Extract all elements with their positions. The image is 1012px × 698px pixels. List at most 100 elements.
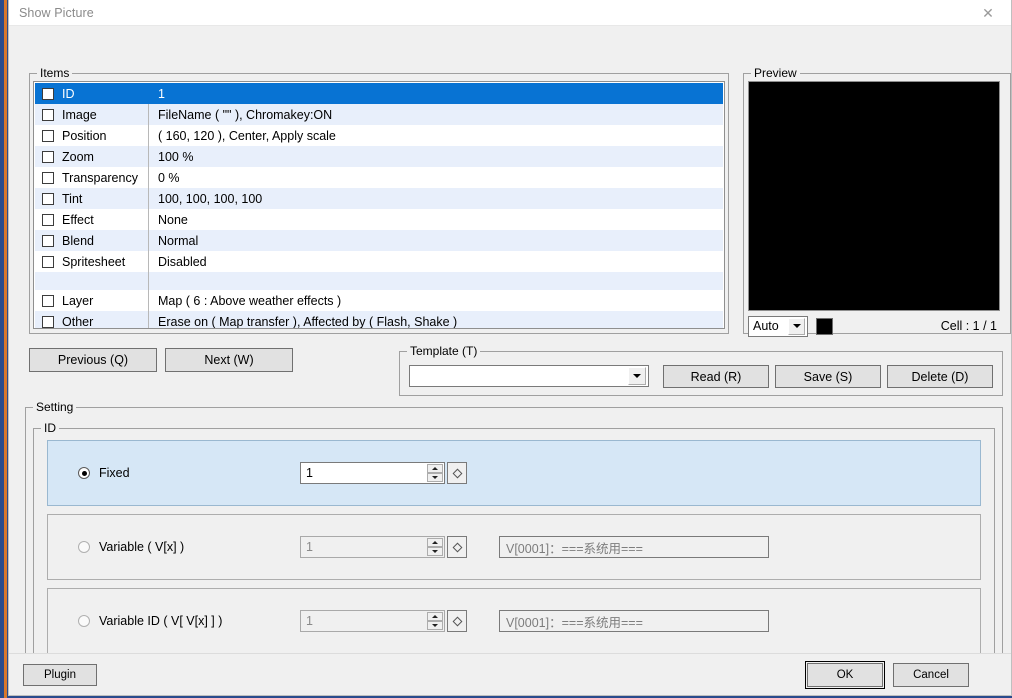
- template-select[interactable]: [409, 365, 649, 387]
- id-option-fixed-spinner-value: 1: [306, 466, 313, 480]
- title-bar: Show Picture ✕: [9, 0, 1011, 26]
- items-row-label: Image: [62, 107, 97, 122]
- cancel-button[interactable]: Cancel: [893, 663, 969, 687]
- id-option-variable-variable-name: V[0001]：===系统用===: [499, 536, 769, 558]
- id-option-variable-radio[interactable]: Variable ( V[x] ): [78, 540, 278, 554]
- id-option-variable-id-spinner: 1: [300, 610, 445, 632]
- preview-group-label: Preview: [751, 66, 800, 80]
- items-row-label: Other: [62, 314, 94, 329]
- items-row[interactable]: Other Erase on ( Map transfer ), Affected…: [35, 311, 723, 329]
- items-row-name-cell: Image: [35, 104, 149, 125]
- template-group-label: Template (T): [407, 344, 481, 358]
- items-row-name-cell: Effect: [35, 209, 149, 230]
- items-row[interactable]: Position ( 160, 120 ), Center, Apply scal…: [35, 125, 723, 146]
- items-row-name-cell: Tint: [35, 188, 149, 209]
- window-title: Show Picture: [19, 5, 94, 20]
- next-button[interactable]: Next (W): [165, 348, 293, 372]
- checkbox-icon[interactable]: [42, 213, 54, 226]
- preview-canvas[interactable]: [748, 81, 1000, 311]
- items-row-value: 0 %: [158, 170, 180, 185]
- items-row-value: Erase on ( Map transfer ), Affected by (…: [158, 314, 458, 329]
- spinner-up-icon[interactable]: [427, 612, 443, 621]
- id-option-variable-id-spinner-group: 1: [300, 610, 467, 632]
- preview-scale-select[interactable]: Auto: [748, 315, 808, 337]
- id-option-variable-id-spinner-value: 1: [306, 614, 313, 628]
- items-row[interactable]: Blend Normal: [35, 230, 723, 251]
- checkbox-icon[interactable]: [42, 234, 54, 247]
- checkbox-icon[interactable]: [42, 171, 54, 184]
- checkbox-icon[interactable]: [42, 150, 54, 163]
- items-row-name-cell: Zoom: [35, 146, 149, 167]
- plugin-button[interactable]: Plugin: [23, 664, 97, 686]
- spinner-buttons[interactable]: [427, 538, 443, 556]
- previous-button[interactable]: Previous (Q): [29, 348, 157, 372]
- id-option-fixed-radio[interactable]: Fixed: [78, 466, 278, 480]
- spinner-down-icon[interactable]: [427, 473, 443, 482]
- items-row[interactable]: Effect None: [35, 209, 723, 230]
- items-list-body: ID 1 Image FileName ( "" ), Chromakey:ON Pos…: [35, 83, 723, 329]
- items-row[interactable]: ID 1: [35, 83, 723, 104]
- id-option-fixed-panel[interactable]: Fixed 1: [47, 440, 981, 506]
- variable-picker-icon[interactable]: [447, 462, 467, 484]
- items-row-value: Disabled: [158, 254, 207, 269]
- checkbox-icon[interactable]: [42, 294, 54, 307]
- items-row-label: Effect: [62, 212, 94, 227]
- items-row-label: Transparency: [62, 170, 138, 185]
- checkbox-icon[interactable]: [42, 87, 54, 100]
- items-group-label: Items: [37, 66, 73, 80]
- variable-picker-icon[interactable]: [447, 536, 467, 558]
- radio-icon[interactable]: [78, 467, 90, 479]
- template-group-body: Read (R) Save (S) Delete (D): [399, 351, 1003, 396]
- items-row[interactable]: Layer Map ( 6 : Above weather effects ): [35, 290, 723, 311]
- id-option-fixed-label: Fixed: [99, 466, 130, 480]
- radio-icon[interactable]: [78, 615, 90, 627]
- items-row-name-cell: Blend: [35, 230, 149, 251]
- preview-group: Preview Auto Cell : 1 / 1: [743, 66, 1011, 337]
- template-save-button[interactable]: Save (S): [775, 365, 881, 388]
- template-read-button[interactable]: Read (R): [663, 365, 769, 388]
- preview-background-color-swatch[interactable]: [816, 317, 833, 335]
- checkbox-icon[interactable]: [42, 255, 54, 268]
- id-option-variable-id-panel[interactable]: Variable ID ( V[ V[x] ] ) 1 V[0001]：===系统用…: [47, 588, 981, 654]
- chevron-down-icon[interactable]: [628, 367, 646, 385]
- spinner-up-icon[interactable]: [427, 538, 443, 547]
- checkbox-icon[interactable]: [42, 315, 54, 328]
- items-group: Items ID 1 Image FileName ( "" ), Chromakey…: [29, 66, 729, 334]
- checkbox-icon[interactable]: [42, 129, 54, 142]
- spinner-buttons[interactable]: [427, 464, 443, 482]
- variable-picker-icon[interactable]: [447, 610, 467, 632]
- items-row-value: 1: [158, 86, 165, 101]
- id-option-variable-label: Variable ( V[x] ): [99, 540, 185, 554]
- spinner-up-icon[interactable]: [427, 464, 443, 473]
- template-delete-button[interactable]: Delete (D): [887, 365, 993, 388]
- items-row-label: Zoom: [62, 149, 94, 164]
- items-row[interactable]: Tint 100, 100, 100, 100: [35, 188, 723, 209]
- items-row-name-cell: Transparency: [35, 167, 149, 188]
- id-option-variable-panel[interactable]: Variable ( V[x] ) 1 V[0001]：===系统用===: [47, 514, 981, 580]
- items-row[interactable]: Spritesheet Disabled: [35, 251, 723, 272]
- items-row[interactable]: Zoom 100 %: [35, 146, 723, 167]
- items-row-label: ID: [62, 86, 75, 101]
- items-group-body: ID 1 Image FileName ( "" ), Chromakey:ON Pos…: [29, 73, 729, 334]
- ok-button[interactable]: OK: [805, 661, 885, 689]
- id-option-variable-id-radio[interactable]: Variable ID ( V[ V[x] ] ): [78, 614, 278, 628]
- id-group: ID Fixed 1 Variable ( V[x] ) 1 V[0001]：===系统…: [33, 421, 995, 661]
- checkbox-icon[interactable]: [42, 192, 54, 205]
- items-list[interactable]: ID 1 Image FileName ( "" ), Chromakey:ON Pos…: [33, 81, 725, 329]
- spinner-buttons[interactable]: [427, 612, 443, 630]
- items-row[interactable]: Transparency 0 %: [35, 167, 723, 188]
- items-row[interactable]: Image FileName ( "" ), Chromakey:ON: [35, 104, 723, 125]
- preview-cell-indicator: Cell : 1 / 1: [940, 319, 997, 333]
- items-row-name-cell: Layer: [35, 290, 149, 311]
- chevron-down-icon[interactable]: [788, 317, 805, 335]
- spinner-down-icon[interactable]: [427, 547, 443, 556]
- items-row-value: Normal: [158, 233, 199, 248]
- spinner-down-icon[interactable]: [427, 621, 443, 630]
- radio-icon[interactable]: [78, 541, 90, 553]
- close-icon[interactable]: ✕: [965, 0, 1011, 26]
- preview-group-body: Auto Cell : 1 / 1: [743, 73, 1011, 337]
- checkbox-icon[interactable]: [42, 108, 54, 121]
- items-row-spacer: [35, 272, 723, 290]
- setting-group: Setting ID Fixed 1 Variable ( V[x] ) 1 V[000…: [25, 400, 1003, 666]
- id-option-fixed-spinner[interactable]: 1: [300, 462, 445, 484]
